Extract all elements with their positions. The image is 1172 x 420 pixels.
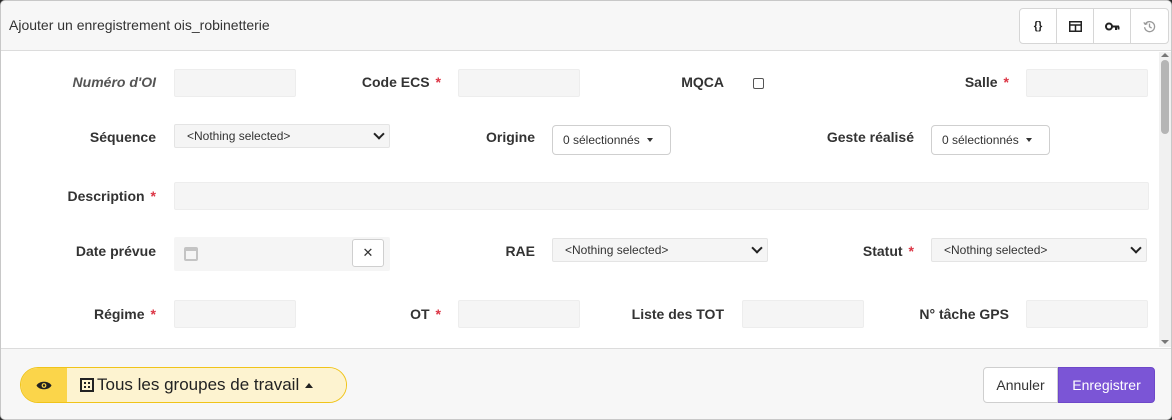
table-icon [1068, 20, 1082, 32]
salle-input[interactable] [1026, 69, 1148, 97]
numero-oi-input[interactable] [174, 69, 296, 97]
rae-select[interactable]: <Nothing selected> [552, 238, 768, 262]
rae-label: RAE [505, 243, 535, 259]
geste-label: Geste réalisé [826, 129, 914, 145]
code-braces-button[interactable]: {} [1020, 9, 1057, 43]
scroll-down-icon [1161, 340, 1169, 344]
history-icon [1143, 20, 1156, 32]
mqca-checkbox[interactable] [753, 78, 764, 89]
ot-input[interactable] [458, 300, 580, 328]
building-icon [80, 378, 94, 392]
geste-dropdown[interactable]: 0 sélectionnés [931, 125, 1050, 155]
modal-header: Ajouter un enregistrement ois_robinetter… [1, 1, 1171, 51]
add-record-modal: Ajouter un enregistrement ois_robinetter… [0, 0, 1172, 420]
chevron-down-icon [1130, 242, 1142, 254]
liste-tot-label: Liste des TOT [631, 306, 724, 322]
date-prevue-input[interactable]: ✕ [174, 237, 390, 271]
key-icon [1104, 22, 1119, 30]
work-group-label[interactable]: Tous les groupes de travail [67, 368, 346, 402]
description-label: Description * [67, 188, 156, 204]
chevron-down-icon [373, 128, 385, 140]
statut-label: Statut * [862, 243, 914, 259]
save-button[interactable]: Enregistrer [1058, 367, 1155, 403]
cancel-button[interactable]: Annuler [983, 367, 1058, 403]
caret-down-icon [646, 138, 653, 142]
vertical-scrollbar[interactable] [1159, 52, 1171, 347]
regime-label: Régime * [93, 306, 156, 322]
history-button[interactable] [1131, 9, 1168, 43]
regime-input[interactable] [174, 300, 296, 328]
code-braces-icon: {} [1033, 20, 1043, 32]
chevron-down-icon [751, 242, 763, 254]
modal-title: Ajouter un enregistrement ois_robinetter… [9, 17, 270, 33]
origine-dropdown[interactable]: 0 sélectionnés [552, 125, 671, 155]
clear-date-button[interactable]: ✕ [352, 239, 384, 267]
eye-icon [36, 381, 52, 389]
code-ecs-input[interactable] [458, 69, 580, 97]
table-button[interactable] [1057, 9, 1094, 43]
scroll-up-icon [1161, 53, 1169, 57]
header-button-group: {} [1019, 8, 1169, 44]
code-ecs-label: Code ECS * [361, 74, 441, 90]
tache-gps-label: N° tâche GPS [919, 306, 1009, 322]
caret-down-icon [1025, 138, 1032, 142]
close-icon: ✕ [362, 245, 374, 260]
key-button[interactable] [1094, 9, 1131, 43]
mqca-label: MQCA [681, 74, 724, 90]
liste-tot-input[interactable] [742, 300, 864, 328]
visibility-toggle[interactable] [21, 368, 67, 402]
caret-up-icon [305, 382, 314, 388]
work-group-selector[interactable]: Tous les groupes de travail [20, 367, 347, 403]
statut-select[interactable]: <Nothing selected> [931, 238, 1147, 262]
date-prevue-label: Date prévue [75, 243, 156, 259]
scrollbar-thumb[interactable] [1161, 60, 1169, 134]
salle-label: Salle * [964, 74, 1009, 90]
calendar-icon [184, 247, 198, 261]
modal-footer: Tous les groupes de travail Annuler Enre… [1, 348, 1171, 419]
description-input[interactable] [174, 182, 1149, 210]
form-body: Numéro d'OI Code ECS * MQCA Salle * Séquen… [1, 52, 1159, 347]
tache-gps-input[interactable] [1026, 300, 1148, 328]
sequence-select[interactable]: <Nothing selected> [174, 124, 390, 148]
ot-label: OT * [410, 306, 441, 322]
numero-oi-label: Numéro d'OI [72, 74, 156, 90]
origine-label: Origine [485, 129, 535, 145]
sequence-label: Séquence [89, 129, 156, 145]
